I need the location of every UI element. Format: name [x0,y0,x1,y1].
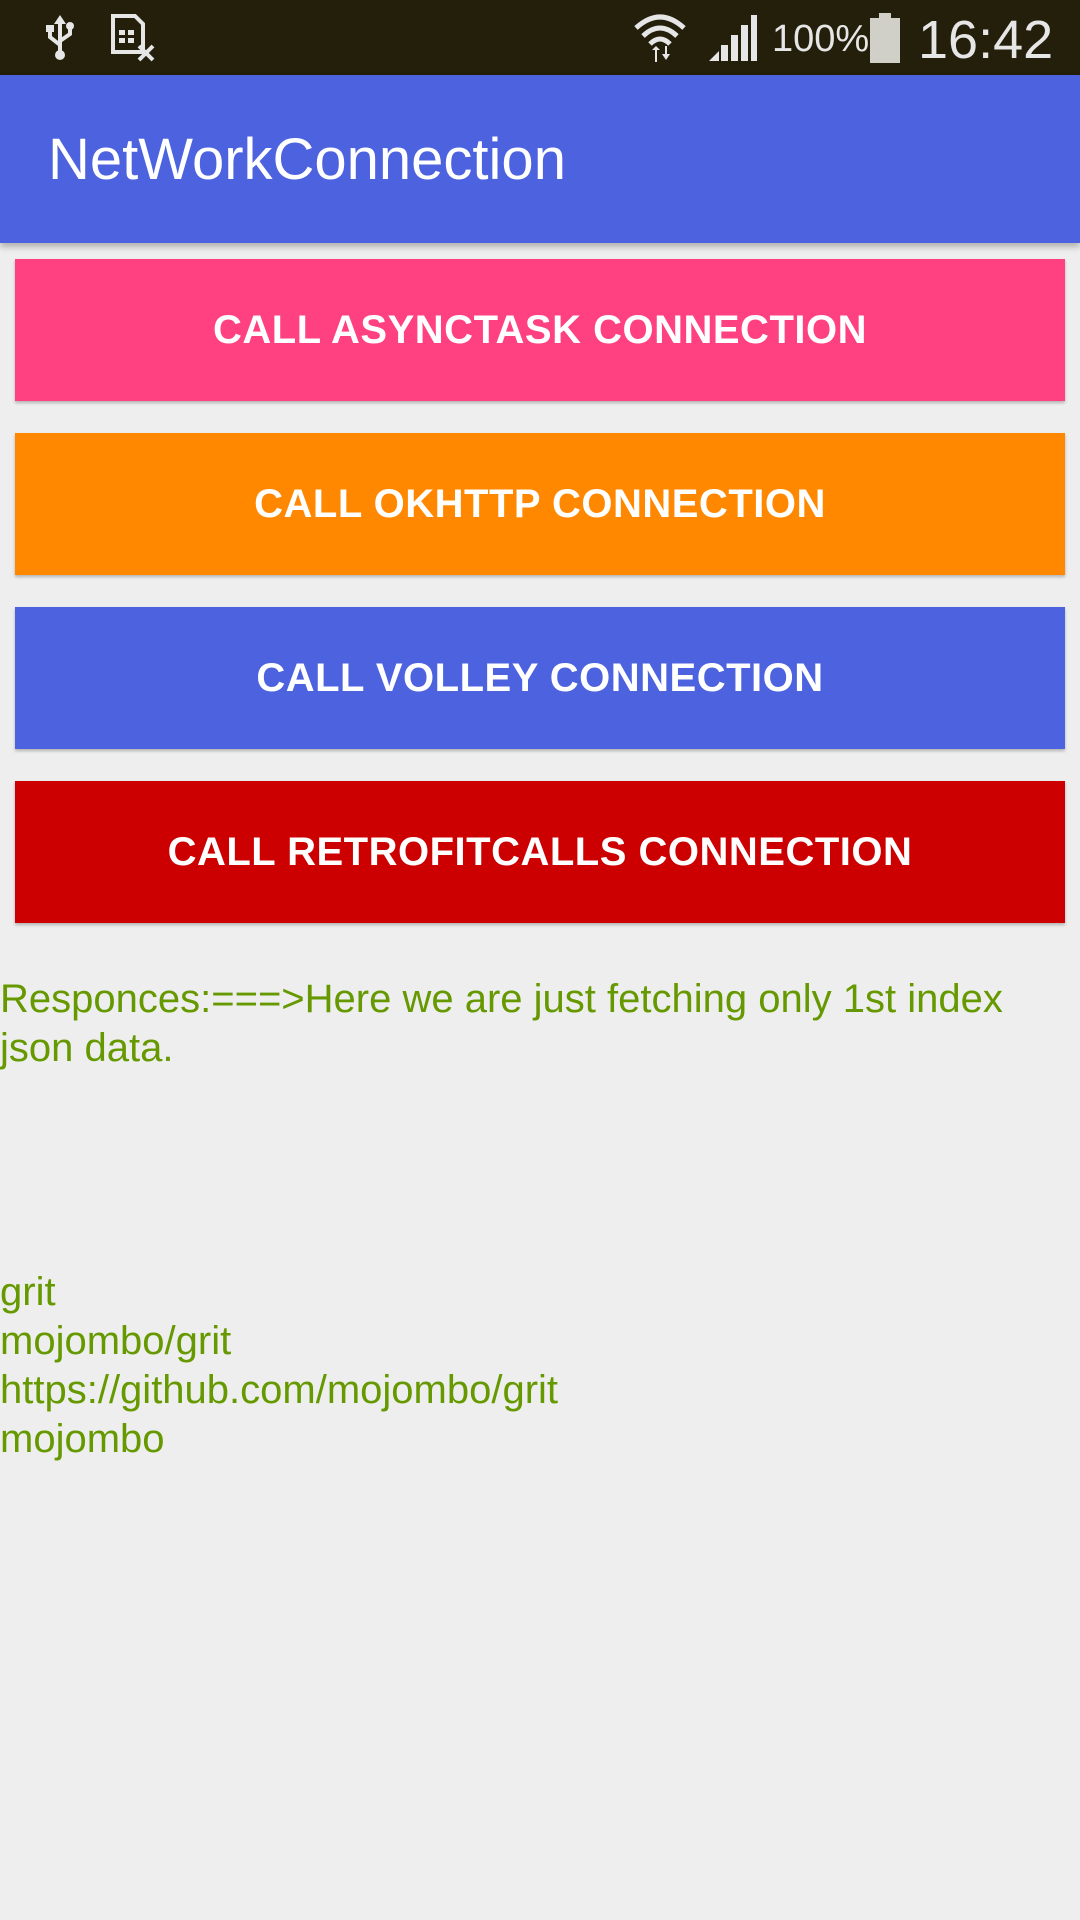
result-name: grit [0,1270,56,1314]
app-bar: NetWorkConnection [0,75,1080,243]
call-asynctask-connection-button[interactable]: CALL ASYNCTASK CONNECTION [15,259,1065,401]
clock: 16:42 [918,10,1054,70]
status-bar: 100% 16:42 [0,0,1080,75]
battery-icon [868,0,902,75]
responses-text: Responces:===>Here we are just fetching … [0,977,1003,1070]
wifi-icon [630,0,690,75]
result-url: https://github.com/mojombo/grit [0,1368,559,1412]
result-block: grit mojombo/grit https://github.com/moj… [0,1268,1060,1464]
battery-percentage: 100% [772,18,870,60]
call-retrofitcalls-connection-button[interactable]: CALL RETROFITCALLS CONNECTION [15,781,1065,923]
usb-icon [40,0,80,75]
result-full-name: mojombo/grit [0,1319,232,1363]
signal-icon [706,0,758,75]
sim-card-off-icon [108,0,158,75]
result-owner: mojombo [0,1417,165,1461]
call-volley-connection-button[interactable]: CALL VOLLEY CONNECTION [15,607,1065,749]
app-title: NetWorkConnection [48,127,566,192]
call-okhttp-connection-button[interactable]: CALL OKHTTP CONNECTION [15,433,1065,575]
